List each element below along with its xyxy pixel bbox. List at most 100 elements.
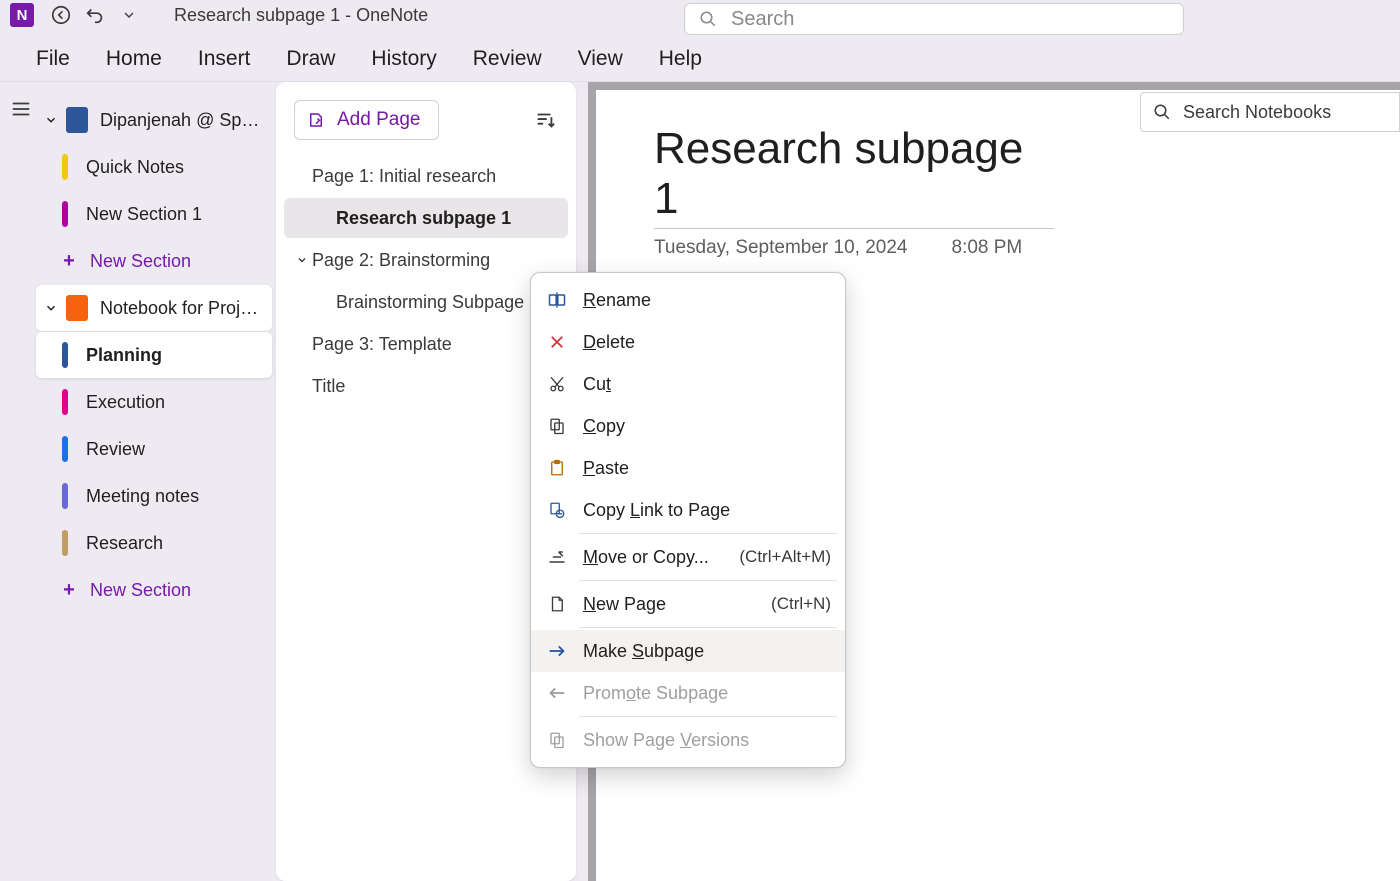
context-menu-item-label: Delete — [583, 332, 831, 353]
section-label: Planning — [86, 345, 262, 366]
notebook-search-input[interactable]: Search Notebooks — [1140, 92, 1400, 132]
section-item-new-section-1[interactable]: New Section 1 — [36, 191, 272, 237]
notebook-color-swatch — [66, 107, 88, 133]
context-menu-item-label: Copy — [583, 416, 831, 437]
context-menu-item-label: New Page — [583, 594, 765, 615]
context-menu: Rename Delete Cut Copy Paste Copy Link to Pag… — [530, 272, 846, 768]
chevron-down-icon — [42, 113, 60, 127]
context-menu-item-make-subpage[interactable]: Make Subpage — [531, 630, 845, 672]
menu-history[interactable]: History — [353, 39, 454, 81]
chevron-down-icon[interactable] — [294, 254, 310, 266]
search-placeholder: Search — [731, 8, 794, 31]
new-section-button[interactable]: + New Section — [36, 238, 272, 284]
context-menu-separator — [579, 627, 837, 628]
context-menu-item-copy[interactable]: Copy — [531, 405, 845, 447]
menu-review[interactable]: Review — [455, 39, 560, 81]
new-section-label: New Section — [90, 580, 262, 601]
new-page-icon — [545, 595, 569, 613]
context-menu-item-label: Promote Subpage — [583, 683, 831, 704]
titlebar: N Research subpage 1 - OneNote Search — [0, 0, 1400, 30]
section-item-research[interactable]: Research — [36, 520, 272, 566]
notebook-item[interactable]: Dipanjenah @ Spiral... — [36, 97, 272, 143]
section-item-review[interactable]: Review — [36, 426, 272, 472]
chevron-down-icon[interactable] — [112, 0, 146, 30]
move-icon — [545, 547, 569, 567]
undo-button[interactable] — [78, 0, 112, 30]
page-item[interactable]: Page 3: Template — [284, 324, 568, 364]
cut-icon — [545, 375, 569, 393]
page-item[interactable]: Research subpage 1 — [284, 198, 568, 238]
section-color — [62, 436, 68, 462]
section-label: Research — [86, 533, 262, 554]
menu-draw[interactable]: Draw — [268, 39, 353, 81]
arrow-right-icon — [545, 640, 569, 662]
section-item-execution[interactable]: Execution — [36, 379, 272, 425]
section-color — [62, 154, 68, 180]
page-item[interactable]: Title — [284, 366, 568, 406]
section-label: Meeting notes — [86, 486, 262, 507]
menu-home[interactable]: Home — [88, 39, 180, 81]
context-menu-item-label: Paste — [583, 458, 831, 479]
section-label: Review — [86, 439, 262, 460]
context-menu-item-label: Show Page Versions — [583, 730, 831, 751]
section-item-meeting-notes[interactable]: Meeting notes — [36, 473, 272, 519]
chevron-down-icon — [42, 301, 60, 315]
section-color — [62, 389, 68, 415]
hamburger-icon[interactable] — [10, 98, 32, 120]
page-item-label: Page 2: Brainstorming — [312, 250, 490, 271]
versions-icon — [545, 731, 569, 749]
global-search-input[interactable]: Search — [684, 3, 1184, 35]
menu-view[interactable]: View — [560, 39, 641, 81]
new-section-button[interactable]: + New Section — [36, 567, 272, 613]
menu-file[interactable]: File — [18, 39, 88, 81]
notebook-search-placeholder: Search Notebooks — [1183, 102, 1331, 123]
left-rail — [0, 82, 32, 881]
context-menu-item-rename[interactable]: Rename — [531, 279, 845, 321]
section-item-planning[interactable]: Planning — [36, 332, 272, 378]
sort-icon[interactable] — [534, 109, 556, 131]
notebook-color-swatch — [66, 295, 88, 321]
plus-icon: + — [60, 250, 78, 273]
context-menu-item-new-page[interactable]: New Page (Ctrl+N) — [531, 583, 845, 625]
page-item-label: Brainstorming Subpage 1 — [312, 292, 539, 313]
section-item-quick-notes[interactable]: Quick Notes — [36, 144, 272, 190]
back-button[interactable] — [44, 0, 78, 30]
context-menu-item-copy-link-to-page[interactable]: Copy Link to Page — [531, 489, 845, 531]
notebook-label: Dipanjenah @ Spiral... — [100, 110, 262, 131]
notebook-label: Notebook for Project A — [100, 298, 262, 319]
page-item[interactable]: Page 1: Initial research — [284, 156, 568, 196]
keyboard-shortcut: (Ctrl+N) — [771, 594, 831, 614]
context-menu-item-move-or-copy-[interactable]: Move or Copy...(Ctrl+Alt+M) — [531, 536, 845, 578]
context-menu-item-show-page-versions: Show Page Versions — [531, 719, 845, 761]
menubar: File Home Insert Draw History Review Vie… — [0, 30, 1400, 82]
context-menu-item-cut[interactable]: Cut — [531, 363, 845, 405]
copy-icon — [545, 417, 569, 435]
paste-icon — [545, 459, 569, 477]
section-color — [62, 483, 68, 509]
window-title: Research subpage 1 - OneNote — [174, 5, 428, 26]
page-item-label: Page 1: Initial research — [312, 166, 496, 187]
context-menu-item-label: Make Subpage — [583, 641, 831, 662]
notebook-item[interactable]: Notebook for Project A — [36, 285, 272, 331]
context-menu-item-label: Move or Copy... — [583, 547, 733, 568]
copy-link-icon — [545, 501, 569, 519]
context-menu-item-delete[interactable]: Delete — [531, 321, 845, 363]
menu-insert[interactable]: Insert — [180, 39, 269, 81]
add-page-label: Add Page — [337, 109, 420, 131]
plus-icon: + — [60, 579, 78, 602]
context-menu-separator — [579, 716, 837, 717]
section-color — [62, 201, 68, 227]
section-color — [62, 530, 68, 556]
delete-icon — [545, 333, 569, 351]
add-page-button[interactable]: Add Page — [294, 100, 439, 140]
menu-help[interactable]: Help — [641, 39, 720, 81]
app-icon: N — [10, 3, 34, 27]
context-menu-item-label: Copy Link to Page — [583, 500, 831, 521]
context-menu-item-paste[interactable]: Paste — [531, 447, 845, 489]
page-item[interactable]: Brainstorming Subpage 1 — [284, 282, 568, 322]
page-title[interactable]: Research subpage 1 — [654, 124, 1054, 224]
section-color — [62, 342, 68, 368]
page-item[interactable]: Page 2: Brainstorming — [284, 240, 568, 280]
new-section-label: New Section — [90, 251, 262, 272]
section-label: New Section 1 — [86, 204, 262, 225]
